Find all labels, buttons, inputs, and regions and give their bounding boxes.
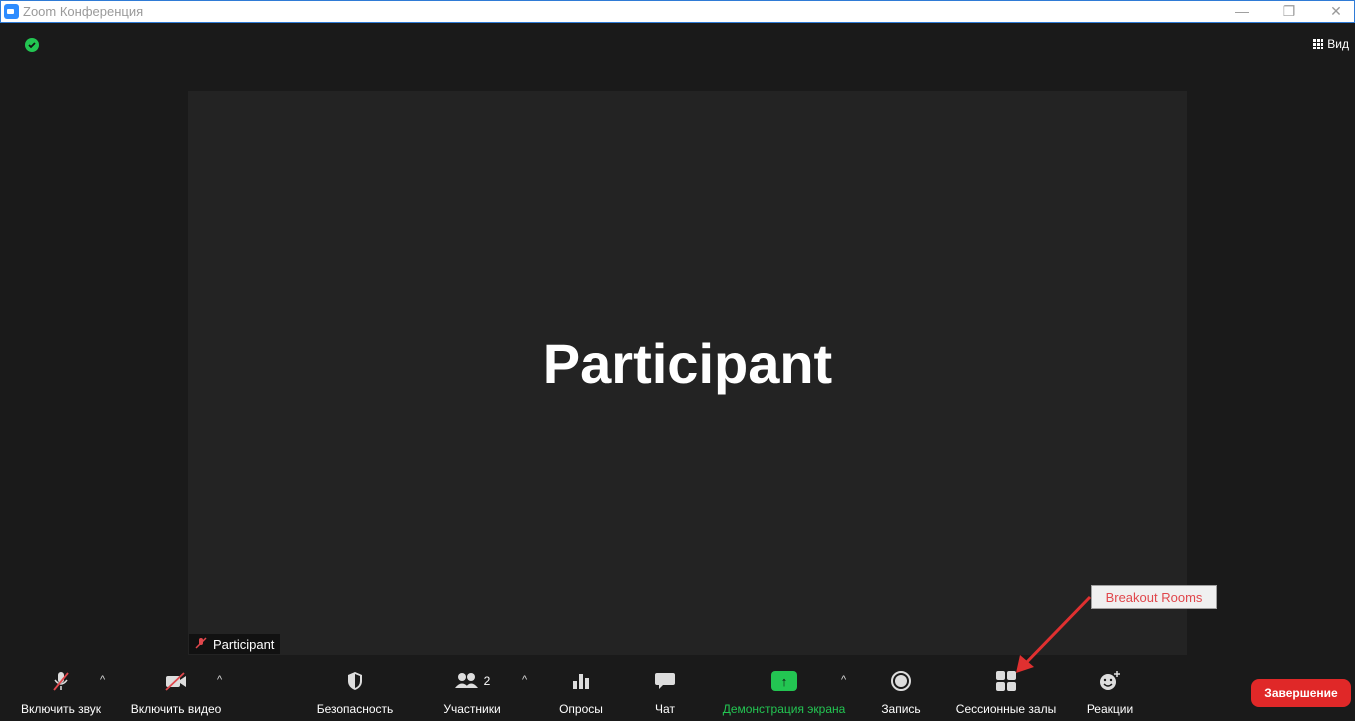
window-title: Zoom Конференция (23, 4, 144, 19)
polls-icon (541, 670, 621, 692)
breakout-rooms-callout: Breakout Rooms (1091, 585, 1217, 609)
view-button[interactable]: Вид (1313, 37, 1349, 51)
minimize-button[interactable]: — (1222, 1, 1262, 23)
title-bar: Zoom Конференция — ❐ ✕ (0, 0, 1355, 23)
share-screen-icon: ↑ (771, 671, 797, 691)
participant-name-label: Participant (213, 636, 275, 652)
maximize-button[interactable]: ❐ (1269, 1, 1309, 23)
grid-view-icon (1313, 39, 1324, 49)
unmute-button[interactable]: Включить звук (11, 658, 111, 721)
security-button[interactable]: Безопасность (305, 658, 405, 721)
participants-button[interactable]: 2 Участники (422, 658, 522, 721)
close-button[interactable]: ✕ (1316, 1, 1355, 23)
end-meeting-button[interactable]: Завершение (1251, 679, 1351, 707)
view-label: Вид (1327, 37, 1349, 51)
share-options-caret[interactable]: ^ (841, 674, 846, 686)
participant-name-large: Participant (542, 331, 833, 395)
polls-label: Опросы (559, 702, 603, 716)
participants-label: Участники (443, 702, 501, 716)
share-screen-button[interactable]: ↑ Демонстрация экрана (711, 658, 857, 721)
participants-icon: 2 (422, 670, 522, 692)
security-label: Безопасность (316, 702, 394, 716)
record-button[interactable]: Запись (869, 658, 933, 721)
chat-button[interactable]: Чат (635, 658, 695, 721)
video-stage: Participant (188, 91, 1187, 655)
unmute-label: Включить звук (20, 702, 102, 716)
participants-options-caret[interactable]: ^ (522, 674, 527, 686)
chat-icon (635, 670, 695, 692)
start-video-label: Включить видео (130, 702, 222, 716)
mic-off-icon (11, 670, 111, 692)
start-video-button[interactable]: Включить видео (123, 658, 229, 721)
zoom-logo-icon (4, 4, 19, 19)
reactions-label: Реакции (1086, 702, 1134, 716)
arrow-icon (1016, 595, 1092, 673)
video-off-icon (123, 670, 229, 692)
mic-off-icon (195, 636, 207, 652)
polls-button[interactable]: Опросы (541, 658, 621, 721)
shield-icon (305, 670, 405, 692)
participants-count: 2 (483, 674, 491, 688)
breakout-rooms-label: Сессионные залы (955, 702, 1057, 716)
participant-name-tag: Participant (189, 634, 281, 654)
video-options-caret[interactable]: ^ (217, 674, 222, 686)
chat-label: Чат (655, 702, 675, 716)
meeting-toolbar: Включить звук ^ Включить видео ^ Безопас… (11, 658, 1355, 721)
audio-options-caret[interactable]: ^ (100, 674, 105, 686)
shield-check-icon[interactable] (25, 38, 39, 52)
share-screen-icon-wrap: ↑ (711, 670, 857, 692)
share-screen-label: Демонстрация экрана (722, 702, 846, 716)
record-label: Запись (881, 702, 921, 716)
record-icon (869, 670, 933, 692)
